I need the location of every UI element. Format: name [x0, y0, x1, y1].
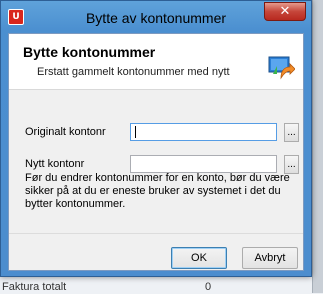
dialog-window: U Bytte av kontonummer ✕ Bytte kontonumm… [0, 0, 312, 277]
swap-document-icon [268, 56, 295, 80]
cancel-button[interactable]: Avbryt [242, 247, 298, 269]
header-title: Bytte kontonummer [23, 44, 156, 60]
dialog-body: Bytte kontonummer Erstatt gammelt konton… [8, 33, 304, 271]
close-button[interactable]: ✕ [264, 2, 306, 21]
button-divider [9, 233, 303, 234]
original-account-label: Originalt kontonr [25, 126, 106, 138]
header-subtitle: Erstatt gammelt kontonummer med nytt [37, 66, 230, 78]
ok-button[interactable]: OK [171, 247, 227, 269]
new-account-label: Nytt kontonr [25, 158, 85, 170]
original-account-browse-button[interactable]: ... [284, 123, 299, 142]
background-app-edge [312, 0, 323, 293]
new-account-input[interactable] [130, 155, 277, 173]
warning-text: Før du endrer kontonummer for en konto, … [25, 172, 290, 210]
background-row-label: Faktura totalt [2, 281, 67, 293]
text-caret [135, 126, 136, 138]
original-account-input[interactable] [130, 123, 277, 141]
header-panel: Bytte kontonummer Erstatt gammelt konton… [9, 34, 303, 90]
title-bar[interactable]: U Bytte av kontonummer ✕ [1, 1, 311, 33]
background-row-value: 0 [205, 281, 212, 293]
